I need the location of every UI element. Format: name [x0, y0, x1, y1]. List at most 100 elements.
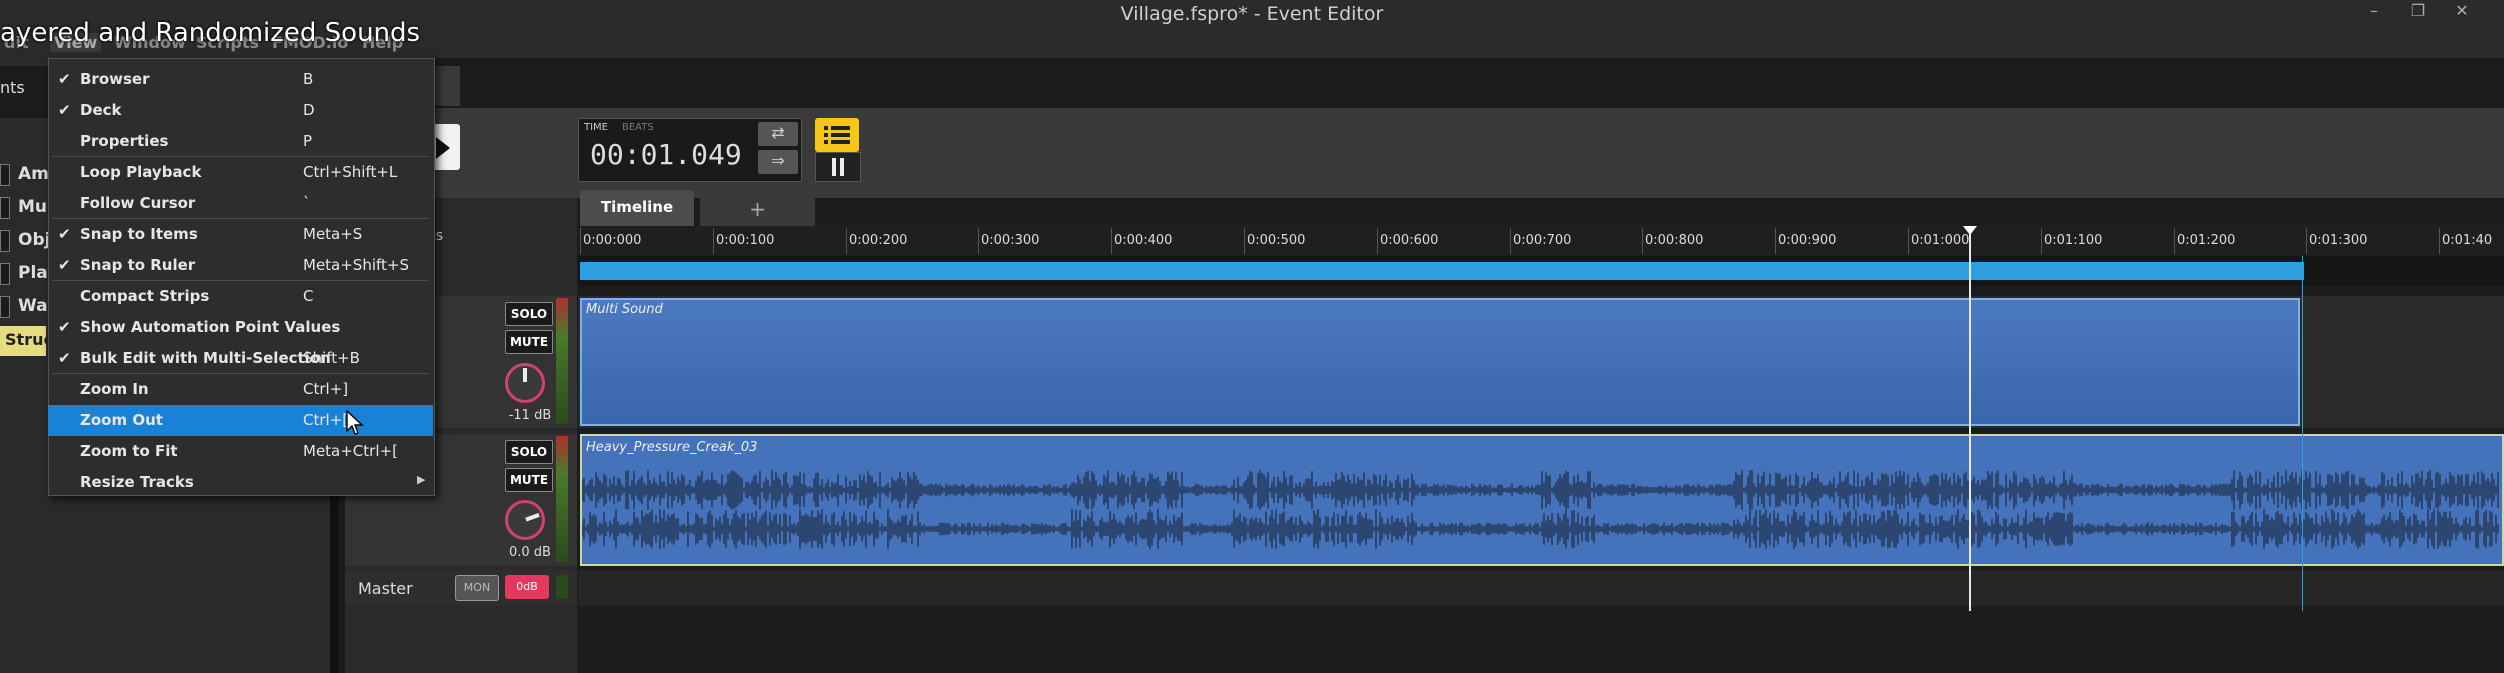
ruler-tick-line	[978, 228, 979, 254]
ruler-tick-line	[2041, 228, 2042, 254]
wave-lower	[582, 509, 2499, 549]
arrow-right-icon[interactable]: ⇒	[758, 150, 798, 174]
ruler-tick-line	[1510, 228, 1511, 254]
menu-separator	[52, 280, 429, 281]
checkmark-icon: ✔	[58, 256, 71, 274]
ruler-tick-line	[1775, 228, 1776, 254]
menu-separator	[52, 373, 429, 374]
ruler-tick-line	[2439, 228, 2440, 254]
menu-item-label: Resize Tracks	[80, 473, 194, 491]
menu-item-label: Properties	[80, 132, 169, 150]
ruler-tick-label: 0:00:800	[1645, 233, 1704, 248]
playhead-handle-icon[interactable]	[1963, 226, 1977, 235]
loop-list-button[interactable]	[815, 118, 859, 152]
menu-item-shortcut: `	[303, 194, 311, 212]
track-gain-label: -11 dB	[508, 408, 552, 423]
close-button[interactable]: ✕	[2440, 0, 2484, 26]
menu-item-shortcut: Meta+Ctrl+[	[303, 442, 398, 460]
menu-item-shortcut: Shift+B	[303, 349, 360, 367]
volume-knob[interactable]	[505, 500, 545, 540]
solo-button[interactable]: SOLO	[505, 302, 553, 326]
checkmark-icon: ✔	[58, 318, 71, 336]
menu-item-label: Zoom In	[80, 380, 149, 398]
ruler-tick-line	[1908, 228, 1909, 254]
play-icon	[436, 137, 450, 159]
ruler-tick-line	[1642, 228, 1643, 254]
waveform	[582, 470, 2499, 549]
ruler-tick-line	[713, 228, 714, 254]
tree-folder-icon	[0, 230, 10, 252]
mute-button[interactable]: MUTE	[505, 330, 553, 354]
master-lane	[578, 570, 2504, 606]
swap-icon[interactable]: ⇄	[758, 122, 798, 146]
loop-region[interactable]	[580, 262, 2304, 280]
minimize-button[interactable]: –	[2352, 0, 2396, 26]
level-meter	[556, 436, 568, 562]
menu-separator	[52, 218, 429, 219]
mouse-cursor-icon	[346, 410, 364, 435]
ruler-tick-label: 0:00:100	[716, 233, 775, 248]
loop-end-marker[interactable]	[2302, 256, 2303, 611]
ruler-tick-label: 0:00:900	[1778, 233, 1837, 248]
ruler-tick-line	[1244, 228, 1245, 254]
browser-tab-label: nts	[0, 78, 25, 97]
menu-item-label: Zoom Out	[80, 411, 163, 429]
list-icon	[824, 126, 850, 144]
menu-item-shortcut: Ctrl+]	[303, 380, 349, 398]
level-meter	[556, 298, 568, 424]
track-gain-label: 0.0 dB	[509, 545, 551, 560]
playhead[interactable]	[1969, 226, 1971, 611]
ruler-tick-label: 0:00:500	[1247, 233, 1306, 248]
multi-sound-clip[interactable]	[580, 298, 2300, 426]
time-mode-label[interactable]: TIME	[584, 122, 608, 133]
checkmark-icon: ✔	[58, 225, 71, 243]
ruler-tick-line	[1111, 228, 1112, 254]
add-tab-button[interactable]: +	[700, 194, 815, 226]
ruler-tick-label: 0:01:100	[2044, 233, 2103, 248]
menu-item-shortcut: P	[303, 132, 313, 150]
tree-item-objects[interactable]: Obj	[18, 230, 50, 250]
monitor-button[interactable]: MON	[455, 575, 499, 601]
checkmark-icon: ✔	[58, 101, 71, 119]
ruler-tick-label: 0:00:700	[1513, 233, 1572, 248]
ruler-tick-label: 0:00:600	[1380, 233, 1439, 248]
ruler-tick-label: 0:01:000	[1911, 233, 1970, 248]
master-gain-button[interactable]: 0dB	[505, 575, 549, 599]
menu-item-label: Deck	[80, 101, 122, 119]
ruler-tick-label: 0:01:40	[2442, 233, 2493, 248]
ruler-tick-line	[2306, 228, 2307, 254]
master-level-meter	[556, 575, 568, 599]
menu-item-shortcut: Meta+Shift+S	[303, 256, 409, 274]
video-title-overlay: ayered and Randomized Sounds	[0, 18, 421, 48]
menu-item-shortcut: D	[303, 101, 315, 119]
menu-item-label: Compact Strips	[80, 287, 210, 305]
tree-folder-icon	[0, 164, 10, 186]
restore-button[interactable]: ❐	[2396, 0, 2440, 26]
ruler-tick-label: 0:01:200	[2177, 233, 2236, 248]
menu-item-shortcut: Ctrl+Shift+L	[303, 163, 398, 181]
menu-item-label: Zoom to Fit	[80, 442, 178, 460]
time-value: 00:01.049	[590, 138, 742, 171]
clip-label: Multi Sound	[586, 302, 663, 317]
tree-item-music[interactable]: Mu	[18, 197, 47, 217]
tree-item-structure-label: Struc	[5, 330, 53, 349]
ruler-tick-line	[1377, 228, 1378, 254]
mute-button[interactable]: MUTE	[505, 468, 553, 492]
tree-folder-icon	[0, 296, 10, 318]
ruler-tick-label: 0:01:300	[2309, 233, 2368, 248]
menu-item-label: Show Automation Point Values	[80, 318, 341, 336]
beats-mode-label[interactable]: BEATS	[622, 122, 654, 133]
ruler-tick-line	[2174, 228, 2175, 254]
menu-item-label: Browser	[80, 70, 150, 88]
tree-item-ambience[interactable]: Am	[18, 164, 49, 184]
pause-button[interactable]	[815, 152, 861, 182]
ruler-tick-label: 0:00:400	[1114, 233, 1173, 248]
wave-upper	[582, 470, 2499, 510]
ruler-tick-label: 0:00:200	[849, 233, 908, 248]
ruler-tick-label: 0:00:300	[981, 233, 1040, 248]
menu-item-label: Snap to Items	[80, 225, 198, 243]
solo-button[interactable]: SOLO	[505, 440, 553, 464]
menu-item-shortcut: C	[303, 287, 314, 305]
submenu-arrow-icon: ▶	[417, 473, 426, 486]
menu-item-label: Snap to Ruler	[80, 256, 196, 274]
